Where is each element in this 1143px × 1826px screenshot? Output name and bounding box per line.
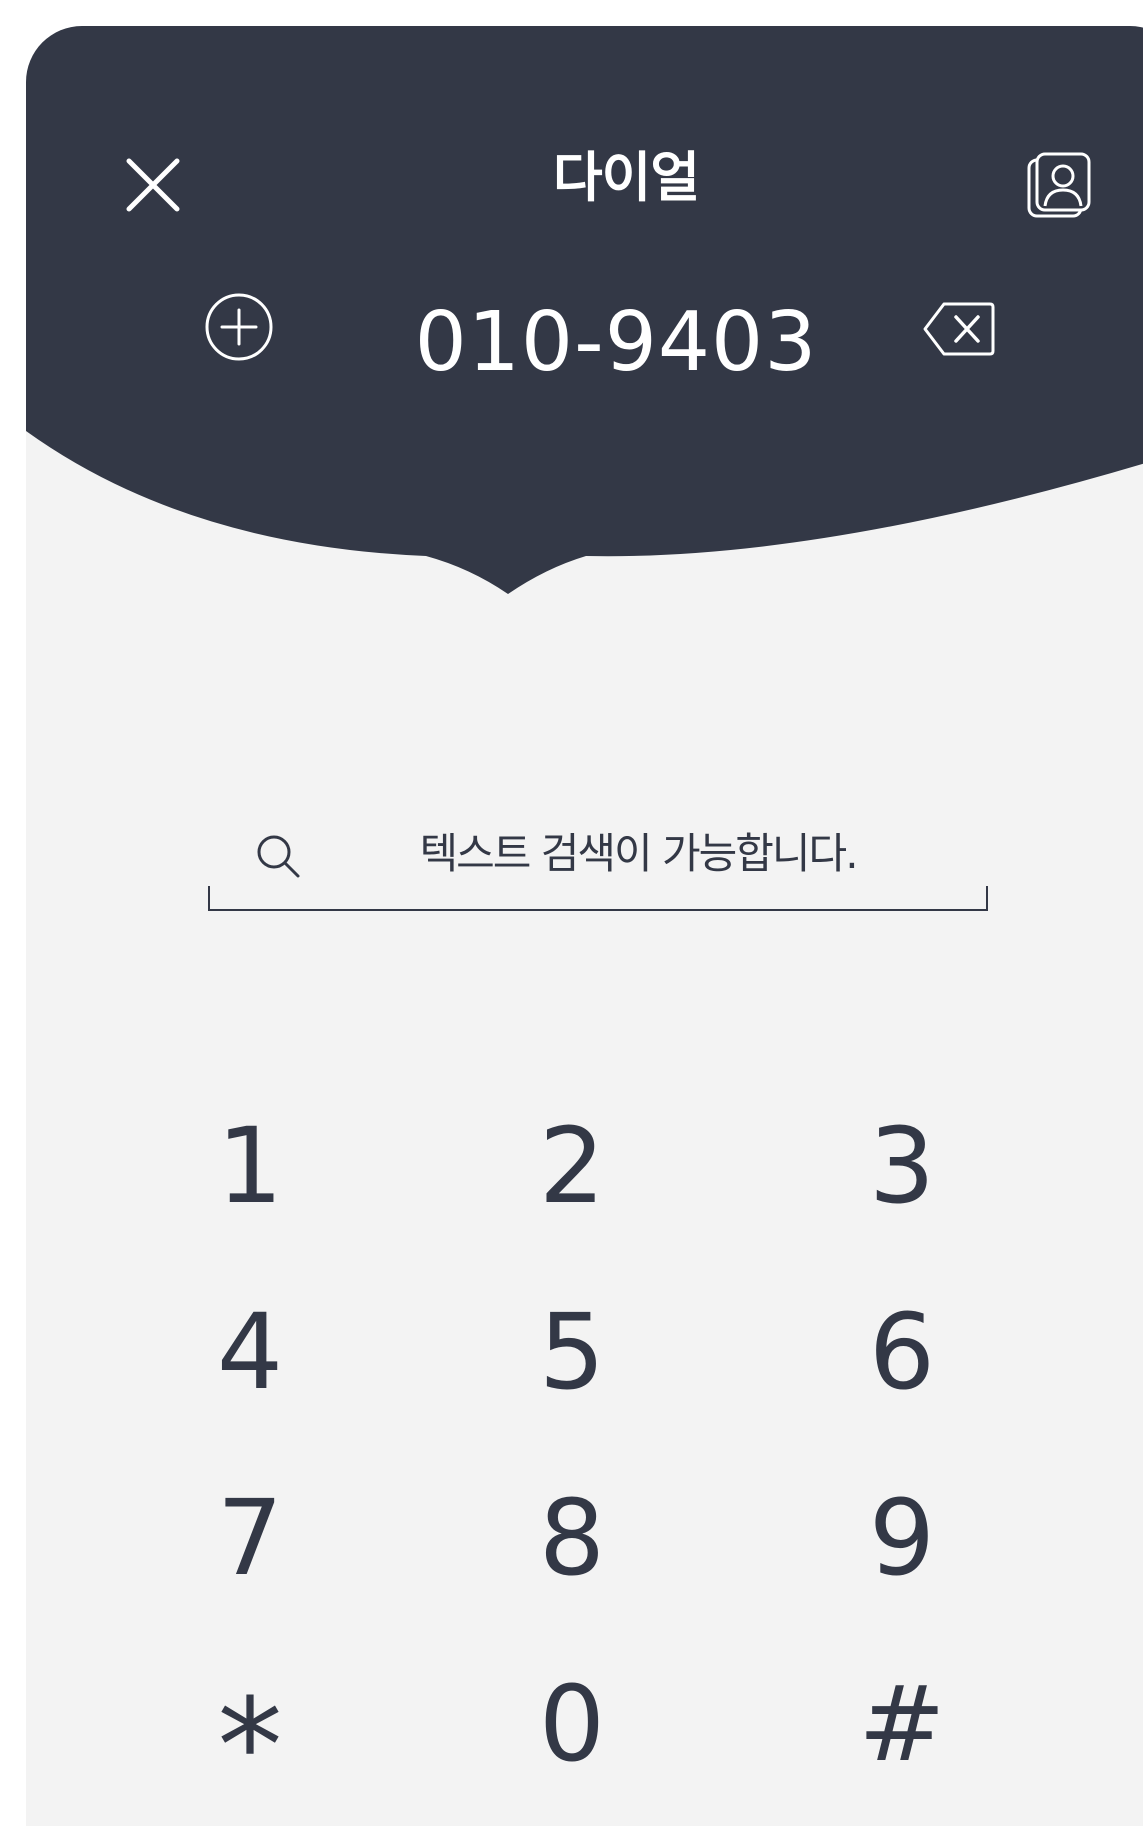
backspace-icon	[923, 302, 995, 356]
key-hash[interactable]: #	[782, 1634, 1022, 1814]
keypad: 1 2 3 4 5 6 7 8 9 * 0 #	[26, 1076, 1143, 1826]
key-star[interactable]: *	[130, 1634, 370, 1814]
dialed-number: 010-9403	[414, 295, 818, 390]
key-8[interactable]: 8	[452, 1448, 692, 1628]
key-6[interactable]: 6	[782, 1262, 1022, 1442]
add-contact-button[interactable]	[186, 274, 292, 380]
key-0[interactable]: 0	[452, 1634, 692, 1814]
page-title: 다이얼	[552, 146, 700, 209]
contacts-icon	[1027, 152, 1091, 218]
key-7[interactable]: 7	[130, 1448, 370, 1628]
contacts-button[interactable]	[1006, 132, 1112, 238]
close-icon	[126, 158, 180, 212]
add-circle-icon	[205, 293, 273, 361]
search-icon	[257, 835, 300, 878]
key-9[interactable]: 9	[782, 1448, 1022, 1628]
key-4[interactable]: 4	[130, 1262, 370, 1442]
key-3[interactable]: 3	[782, 1076, 1022, 1256]
key-2[interactable]: 2	[452, 1076, 692, 1256]
search-underline	[208, 886, 988, 911]
search-placeholder: 텍스트 검색이 가능합니다.	[419, 829, 858, 878]
close-button[interactable]	[100, 132, 206, 238]
backspace-button[interactable]	[906, 276, 1012, 382]
key-1[interactable]: 1	[130, 1076, 370, 1256]
dialer-screen: 다이얼 010-9403 텍스트 검색이 가능합니다. 1 2 3 4 5 6 …	[26, 26, 1143, 1826]
key-5[interactable]: 5	[452, 1262, 692, 1442]
search-field[interactable]: 텍스트 검색이 가능합니다.	[208, 806, 988, 916]
